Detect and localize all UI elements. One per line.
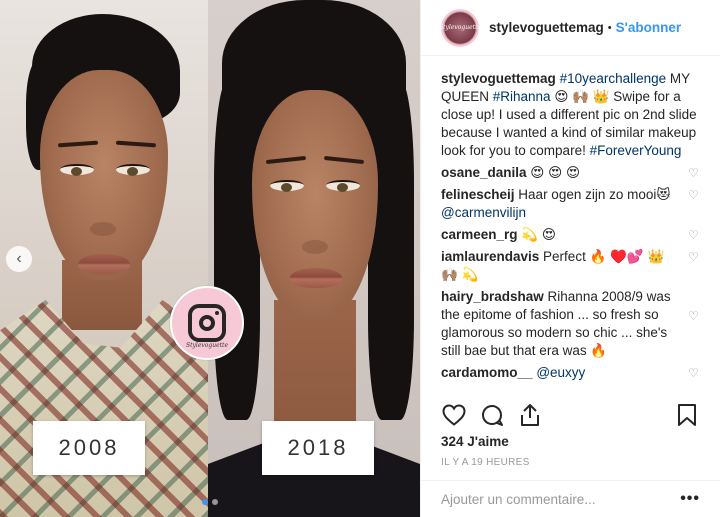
comment-mention[interactable]: @euxyy [536,365,585,380]
slide-indicator [202,499,218,505]
hashtag-rihanna[interactable]: #Rihanna [493,89,551,104]
comment-like-heart-icon[interactable]: ♡ [688,367,700,379]
share-icon [521,404,539,426]
comment-username[interactable]: iamlaurendavis [441,249,539,264]
header-separator: • [607,21,612,34]
hashtag-10yearchallenge[interactable]: #10yearchallenge [560,71,667,86]
watermark-text: Stylevoguette [185,342,228,349]
comment-item: osane_danila 😍 😍 😍 ♡ [441,164,700,182]
slide-dot-active [202,499,208,505]
hashtag-foreveryoung[interactable]: #ForeverYoung [590,143,682,158]
more-options-icon[interactable]: ••• [680,490,700,508]
comment-like-heart-icon[interactable]: ♡ [688,189,700,201]
comment-username[interactable]: hairy_bradshaw [441,289,544,304]
comment-like-heart-icon[interactable]: ♡ [688,167,700,179]
post-header: Stylevoguette stylevoguettemag • S'abonn… [421,0,720,56]
avatar-text: Stylevoguette [439,24,482,31]
year-label-2018: 2018 [262,421,374,475]
like-count[interactable]: 324 J'aime [441,434,509,449]
comment-item: cardamomo__ @euxyy ♡ [441,364,700,382]
add-comment-bar: ••• [421,480,720,517]
comment-username[interactable]: carmeen_rg [441,227,518,242]
comment-item: carmeen_rg 💫 😍 ♡ [441,226,700,244]
header-username[interactable]: stylevoguettemag [489,20,604,35]
like-button[interactable] [441,402,467,428]
bookmark-icon [678,404,696,426]
avatar[interactable]: Stylevoguette [439,8,482,47]
post-view: 2008 2018 Stylevoguette ‹ Stylevoguette … [0,0,720,517]
slide-dot [212,499,218,505]
heart-icon [442,404,466,426]
save-button[interactable] [674,402,700,428]
comment-username[interactable]: felinescheij [441,187,515,202]
instagram-icon [188,304,226,342]
comment-username[interactable]: cardamomo__ [441,365,533,380]
year-label-2008: 2008 [33,421,145,475]
comment-username[interactable]: osane_danila [441,165,527,180]
comment-text: 😍 😍 😍 [526,165,581,180]
comment-text: Haar ogen zijn zo mooi😻 [514,187,671,202]
comment-icon [482,405,503,426]
watermark-logo: Stylevoguette [170,286,244,360]
comment-like-heart-icon[interactable]: ♡ [688,310,700,322]
post-actions [441,402,700,428]
comment-mention[interactable]: @carmenvilijn [441,205,526,220]
comment-item: hairy_bradshaw Rihanna 2008/9 was the ep… [441,288,700,360]
previous-slide-button[interactable]: ‹ [6,246,32,272]
comment-item: felinescheij Haar ogen zijn zo mooi😻 @ca… [441,186,700,222]
share-button[interactable] [517,402,543,428]
post-media[interactable]: 2008 2018 Stylevoguette ‹ [0,0,420,517]
post-timestamp[interactable]: IL Y A 19 HEURES [441,457,530,468]
comment-button[interactable] [479,402,505,428]
chevron-left-icon: ‹ [16,250,22,267]
comment-like-heart-icon[interactable]: ♡ [688,251,700,263]
comment-like-heart-icon[interactable]: ♡ [688,229,700,241]
comments-list[interactable]: stylevoguettemag #10yearchallenge MY QUE… [421,56,720,396]
post-side-panel: Stylevoguette stylevoguettemag • S'abonn… [420,0,720,517]
comment-item: iamlaurendavis Perfect 🔥 ♥️💕 👑 🙌🏽 💫 ♡ [441,248,700,284]
caption-username[interactable]: stylevoguettemag [441,71,556,86]
comment-text: 💫 😍 [517,227,556,242]
post-caption: stylevoguettemag #10yearchallenge MY QUE… [441,70,700,160]
follow-button[interactable]: S'abonner [616,20,681,35]
add-comment-input[interactable] [441,491,681,507]
